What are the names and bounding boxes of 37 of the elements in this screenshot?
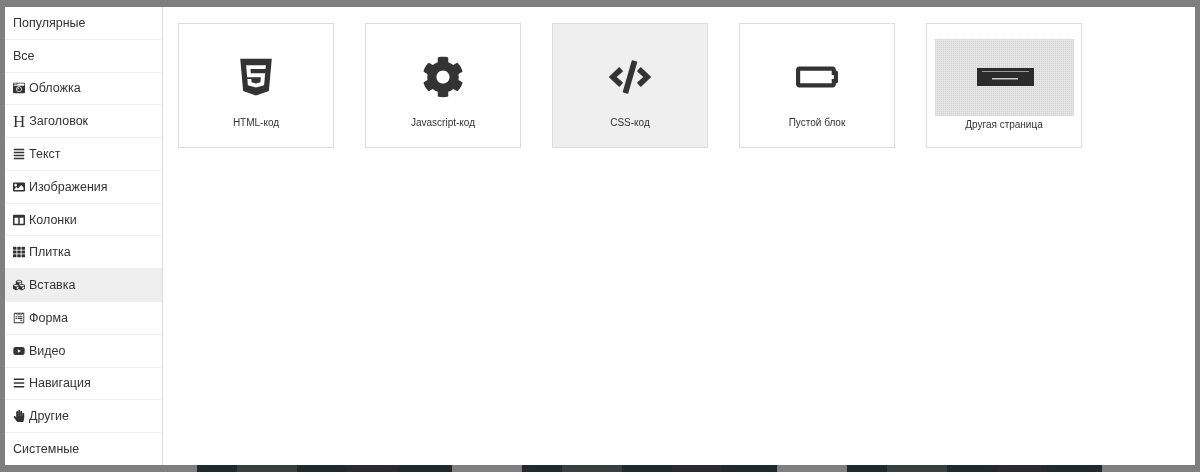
lines-icon — [13, 148, 25, 160]
category-label: Изображения — [29, 179, 108, 194]
cubes-icon — [13, 279, 25, 292]
category-label: Вставка — [29, 278, 76, 293]
block-label: Другая страница — [965, 119, 1043, 130]
category-label: Другие — [29, 409, 70, 424]
settings-icon — [422, 56, 464, 98]
block-label: Javascript-код — [411, 117, 475, 128]
category-label: Видео — [29, 343, 66, 358]
category-item[interactable]: Вставка — [5, 269, 162, 303]
video-icon — [13, 344, 25, 357]
category-label: Обложка — [29, 81, 81, 96]
category-label: Плитка — [29, 245, 71, 260]
block-card[interactable]: CSS-код — [552, 23, 708, 148]
block-label: Пустой блок — [788, 117, 846, 128]
category-label: Популярные — [13, 15, 86, 30]
category-label: Системные — [13, 442, 80, 457]
category-label: Все — [13, 48, 35, 63]
category-label: Заголовок — [29, 114, 89, 129]
category-label: Форма — [29, 310, 68, 325]
category-label: Колонки — [29, 212, 77, 227]
grid-icon — [13, 246, 25, 259]
hand-icon — [13, 410, 25, 423]
block-label: HTML-код — [232, 117, 280, 128]
category-label: Навигация — [29, 376, 91, 391]
form-icon — [13, 311, 25, 324]
columns-icon — [13, 213, 25, 226]
block-card[interactable]: HTML-код — [178, 23, 334, 148]
menu-icon — [13, 377, 25, 390]
camera-icon — [13, 82, 25, 95]
block-card[interactable]: Другая страница — [926, 23, 1082, 148]
block-label: CSS-код — [610, 117, 650, 128]
category-label: Текст — [29, 147, 61, 161]
heading-icon: H — [13, 112, 26, 130]
block-card[interactable]: Javascript-код — [365, 23, 521, 148]
block-card[interactable]: Пустой блок — [739, 23, 895, 148]
image-icon — [13, 180, 25, 193]
